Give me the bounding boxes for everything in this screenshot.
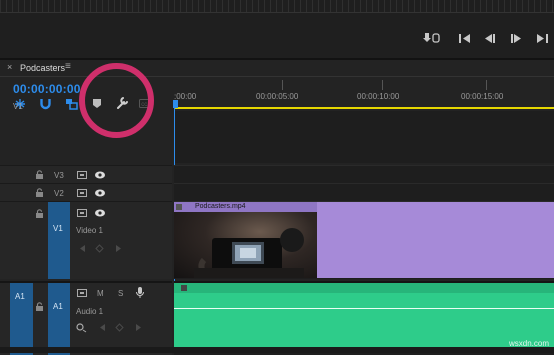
prev-keyframe-icon[interactable] (100, 324, 105, 331)
timeline-top-space (174, 111, 554, 163)
track-label: V3 (54, 171, 64, 180)
timeline-ruler[interactable]: :00:00 00:00:05:00 00:00:10:00 00:00:15:… (174, 77, 554, 111)
eye-icon[interactable] (95, 171, 105, 179)
lock-icon[interactable] (36, 188, 43, 197)
playhead-marker[interactable] (173, 100, 178, 108)
monitor-ruler (0, 0, 554, 12)
clip-header: Podcasters.mp4 (174, 202, 317, 212)
source-patch-v1[interactable]: V1 (13, 102, 33, 279)
solo-button[interactable]: S (118, 289, 123, 298)
audio-clip[interactable] (174, 283, 554, 347)
track-header-v2: V2 (0, 183, 172, 201)
panel-menu-icon[interactable]: ≡ (65, 61, 71, 72)
source-patch-a1[interactable]: A1 (10, 283, 33, 355)
timeline-panel-tab[interactable]: × Podcasters ≡ (0, 60, 172, 76)
volume-keyframe-icon[interactable] (76, 323, 87, 333)
track-header-a1: A1 A1 M S Audio 1 (0, 281, 172, 355)
ruler-tick-mark (382, 80, 383, 90)
video-clip[interactable]: Podcasters.mp4 (174, 202, 554, 278)
work-area-bar[interactable] (174, 107, 554, 109)
watermark: wsxdn.com (509, 339, 550, 348)
eye-icon[interactable] (95, 209, 105, 217)
step-back-icon[interactable] (485, 34, 495, 43)
prev-keyframe-icon[interactable] (80, 245, 85, 252)
next-keyframe-icon[interactable] (136, 324, 141, 331)
next-keyframe-icon[interactable] (116, 245, 121, 252)
sync-lock-icon[interactable] (77, 209, 87, 217)
eye-icon[interactable] (95, 189, 105, 197)
sync-lock-icon[interactable] (77, 189, 87, 197)
track-target-a1[interactable]: A1 (48, 283, 70, 355)
track-header-v1: V1 V1 Video 1 (0, 102, 172, 279)
snap-magnet-icon[interactable] (40, 99, 51, 110)
track-label: A1 (53, 302, 63, 311)
export-frame-icon[interactable] (423, 32, 441, 44)
camera-image (194, 228, 304, 278)
program-monitor-area (0, 0, 554, 58)
linked-selection-icon[interactable] (66, 99, 78, 110)
track-header-v3: V3 (0, 165, 172, 183)
ruler-tick-label: 00:00:05:00 (256, 92, 299, 101)
go-to-out-icon[interactable] (537, 34, 549, 43)
add-keyframe-icon[interactable] (115, 323, 124, 332)
microphone-icon[interactable] (136, 287, 144, 298)
sync-lock-icon[interactable] (77, 289, 87, 297)
clip-name: Podcasters.mp4 (195, 203, 246, 210)
track-label: V2 (54, 189, 64, 198)
panel-title: Podcasters (20, 63, 66, 73)
ruler-tick-mark (486, 80, 487, 90)
track-label: V1 (53, 224, 63, 233)
fx-badge-icon (176, 204, 182, 210)
ruler-tick-mark (282, 80, 283, 90)
mute-button[interactable]: M (97, 289, 104, 298)
audio-waveform-line (174, 308, 554, 309)
clip-thumbnail (174, 212, 317, 278)
ruler-tick-label: 00:00:10:00 (357, 92, 400, 101)
fx-badge-icon (181, 285, 187, 291)
step-forward-icon[interactable] (511, 34, 521, 43)
lock-icon[interactable] (36, 209, 43, 218)
sync-lock-icon[interactable] (77, 171, 87, 179)
ruler-tick-label: 00:00:15:00 (461, 92, 504, 101)
track-lane-v2 (174, 183, 554, 201)
clip-header (174, 283, 554, 293)
add-keyframe-icon[interactable] (95, 244, 104, 253)
highlight-circle (79, 63, 154, 138)
track-lane-v3 (174, 165, 554, 183)
timecode-display[interactable]: 00:00:00:00 (13, 82, 81, 96)
close-tab-icon[interactable]: × (7, 62, 12, 72)
monitor-ruler-baseline (0, 12, 554, 13)
track-name: Audio 1 (76, 307, 104, 316)
bottom-shadow (0, 347, 554, 353)
track-target-v1[interactable]: V1 (48, 202, 70, 279)
track-name: Video 1 (76, 226, 103, 235)
lock-icon[interactable] (36, 302, 43, 311)
lock-icon[interactable] (36, 170, 43, 179)
go-to-in-icon[interactable] (459, 34, 471, 43)
